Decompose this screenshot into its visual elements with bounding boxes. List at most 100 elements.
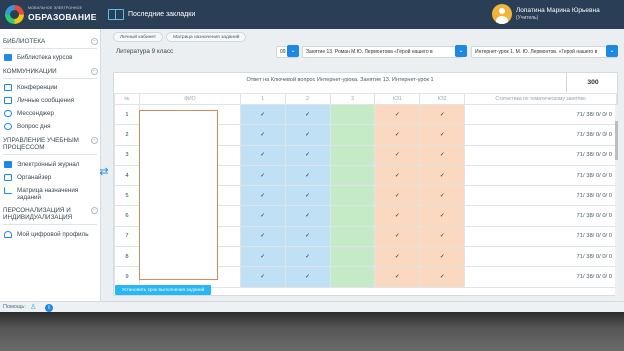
divider bbox=[3, 224, 97, 225]
sidebar-item-library-courses[interactable]: Библиотека курсов bbox=[4, 54, 72, 61]
filter-bar: Литература 9 класс 09 ⌄ Занятие 13. Рома… bbox=[113, 45, 618, 59]
info-icon[interactable]: i bbox=[45, 303, 53, 312]
statistics-cell: 71/ 38/ 0/ 0/ 0 bbox=[464, 266, 617, 288]
sidebar-item-assignment-matrix[interactable]: Матрица назначения заданий bbox=[4, 187, 88, 201]
divider bbox=[3, 78, 97, 79]
set-deadline-button[interactable]: Установить срок выполнения заданий bbox=[115, 285, 211, 295]
task-cell-unassigned[interactable] bbox=[329, 144, 376, 166]
task-checkmark-cell[interactable]: ✓ bbox=[419, 225, 466, 248]
task-cell-unassigned[interactable] bbox=[329, 103, 376, 126]
row-number: 2 bbox=[114, 124, 140, 146]
chevron-down-icon[interactable]: ⌄ bbox=[606, 45, 618, 57]
sidebar: БИБЛИОТЕКА − Библиотека курсов КОММУНИКА… bbox=[0, 29, 101, 301]
task-checkmark-cell[interactable]: ✓ bbox=[239, 103, 286, 126]
task-checkmark-cell[interactable]: ✓ bbox=[374, 205, 421, 227]
task-checkmark-cell[interactable]: ✓ bbox=[419, 185, 466, 207]
task-cell-unassigned[interactable] bbox=[329, 164, 376, 187]
sidebar-section-personalization[interactable]: ПЕРСОНАЛИЗАЦИЯ И ИНДИВИДУАЛИЗАЦИЯ bbox=[3, 207, 89, 221]
sidebar-item-label: Мессенджер bbox=[17, 110, 54, 117]
sidebar-section-communications[interactable]: КОММУНИКАЦИИ bbox=[3, 68, 57, 75]
recent-bookmarks-button[interactable]: Последние закладки bbox=[108, 7, 195, 21]
task-checkmark-cell[interactable]: ✓ bbox=[419, 164, 466, 187]
task-checkmark-cell[interactable]: ✓ bbox=[374, 144, 421, 166]
avatar bbox=[492, 4, 512, 24]
row-number: 4 bbox=[114, 164, 140, 187]
sidebar-item-digital-profile[interactable]: Мой цифровой профиль bbox=[4, 231, 89, 238]
task-checkmark-cell[interactable]: ✓ bbox=[374, 266, 421, 288]
task-checkmark-cell[interactable]: ✓ bbox=[239, 205, 286, 227]
task-checkmark-cell[interactable]: ✓ bbox=[284, 185, 331, 207]
sidebar-item-label: Матрица назначения заданий bbox=[17, 187, 79, 201]
breadcrumb-item-matrix[interactable]: Матрица назначения заданий bbox=[166, 32, 247, 42]
sidebar-section-learning-management[interactable]: УПРАВЛЕНИЕ УЧЕБНЫМ ПРОЦЕССОМ bbox=[3, 137, 89, 151]
logo[interactable]: МОБИЛЬНОЕ ЭЛЕКТРОННОЕ ОБРАЗОВАНИЕ bbox=[5, 4, 105, 25]
sidebar-item-organizer[interactable]: Органайзер bbox=[4, 174, 51, 181]
task-checkmark-cell[interactable]: ✓ bbox=[239, 266, 286, 288]
task-checkmark-cell[interactable]: ✓ bbox=[284, 246, 331, 268]
statistics-cell: 71/ 38/ 0/ 0/ 0 bbox=[464, 246, 617, 268]
collapse-icon[interactable]: − bbox=[91, 137, 98, 144]
internet-lesson-select[interactable]: Интернет-урок 1. М. Ю. Лермонтов. «Герой… bbox=[471, 46, 618, 58]
task-checkmark-cell[interactable]: ✓ bbox=[419, 266, 466, 288]
task-checkmark-cell[interactable]: ✓ bbox=[284, 144, 331, 166]
sidebar-section-library[interactable]: БИБЛИОТЕКА bbox=[3, 38, 45, 45]
task-checkmark-cell[interactable]: ✓ bbox=[284, 103, 331, 126]
task-checkmark-cell[interactable]: ✓ bbox=[284, 164, 331, 187]
names-column-frame bbox=[139, 110, 218, 280]
task-checkmark-cell[interactable]: ✓ bbox=[374, 124, 421, 146]
task-checkmark-cell[interactable]: ✓ bbox=[284, 124, 331, 146]
sidebar-item-conferences[interactable]: Конференции bbox=[4, 84, 57, 91]
lesson-title: Ответ на Ключевой вопрос Интернет-урока.… bbox=[246, 77, 434, 83]
scrollbar[interactable] bbox=[615, 105, 618, 301]
chevron-down-icon[interactable]: ⌄ bbox=[287, 45, 299, 57]
task-checkmark-cell[interactable]: ✓ bbox=[284, 205, 331, 227]
row-number: 7 bbox=[114, 225, 140, 248]
swap-arrows-icon[interactable]: ⇄ bbox=[98, 166, 110, 178]
task-cell-unassigned[interactable] bbox=[329, 185, 376, 207]
task-checkmark-cell[interactable]: ✓ bbox=[239, 246, 286, 268]
sidebar-item-messages[interactable]: Личные сообщения bbox=[4, 97, 74, 104]
task-checkmark-cell[interactable]: ✓ bbox=[239, 164, 286, 187]
task-checkmark-cell[interactable]: ✓ bbox=[419, 144, 466, 166]
collapse-icon[interactable]: − bbox=[91, 38, 98, 45]
task-cell-unassigned[interactable] bbox=[329, 266, 376, 288]
task-checkmark-cell[interactable]: ✓ bbox=[239, 185, 286, 207]
task-cell-unassigned[interactable] bbox=[329, 205, 376, 227]
breadcrumb-item-cabinet[interactable]: Личный кабинет bbox=[113, 32, 164, 42]
sidebar-item-messenger[interactable]: Мессенджер bbox=[4, 110, 54, 117]
task-cell-unassigned[interactable] bbox=[329, 225, 376, 248]
scrollbar-thumb[interactable] bbox=[615, 121, 618, 160]
task-checkmark-cell[interactable]: ✓ bbox=[419, 103, 466, 126]
sidebar-item-question-of-day[interactable]: Вопрос дня bbox=[4, 123, 51, 130]
question-icon bbox=[4, 123, 12, 130]
task-checkmark-cell[interactable]: ✓ bbox=[374, 225, 421, 248]
task-checkmark-cell[interactable]: ✓ bbox=[374, 246, 421, 268]
task-checkmark-cell[interactable]: ✓ bbox=[239, 225, 286, 248]
task-checkmark-cell[interactable]: ✓ bbox=[419, 205, 466, 227]
sidebar-item-label: Библиотека курсов bbox=[17, 54, 73, 61]
task-checkmark-cell[interactable]: ✓ bbox=[374, 103, 421, 126]
task-checkmark-cell[interactable]: ✓ bbox=[419, 246, 466, 268]
task-checkmark-cell[interactable]: ✓ bbox=[239, 144, 286, 166]
user-help-icon[interactable]: ♙ bbox=[30, 304, 37, 311]
statistics-cell: 71/ 38/ 0/ 0/ 0 bbox=[464, 205, 617, 227]
task-cell-unassigned[interactable] bbox=[329, 246, 376, 268]
task-cell-unassigned[interactable] bbox=[329, 124, 376, 146]
divider bbox=[3, 48, 97, 49]
collapse-icon[interactable]: − bbox=[91, 68, 98, 75]
task-checkmark-cell[interactable]: ✓ bbox=[419, 124, 466, 146]
message-icon bbox=[4, 97, 12, 104]
task-checkmark-cell[interactable]: ✓ bbox=[374, 185, 421, 207]
logo-mark-icon bbox=[5, 5, 24, 24]
task-checkmark-cell[interactable]: ✓ bbox=[374, 164, 421, 187]
collapse-icon[interactable]: − bbox=[91, 207, 98, 214]
chevron-down-icon[interactable]: ⌄ bbox=[455, 45, 467, 57]
task-checkmark-cell[interactable]: ✓ bbox=[239, 124, 286, 146]
task-checkmark-cell[interactable]: ✓ bbox=[284, 266, 331, 288]
user-menu[interactable]: Лопатина Марина Юрьевна (Учитель) bbox=[492, 3, 600, 25]
row-number: 8 bbox=[114, 246, 140, 268]
task-checkmark-cell[interactable]: ✓ bbox=[284, 225, 331, 248]
sidebar-item-journal[interactable]: Электронный журнал bbox=[4, 161, 79, 168]
sidebar-item-label: Мой цифровой профиль bbox=[17, 231, 89, 238]
lesson-select[interactable]: Занятие 13. Роман М.Ю. Лермонтова «Герой… bbox=[302, 46, 462, 58]
